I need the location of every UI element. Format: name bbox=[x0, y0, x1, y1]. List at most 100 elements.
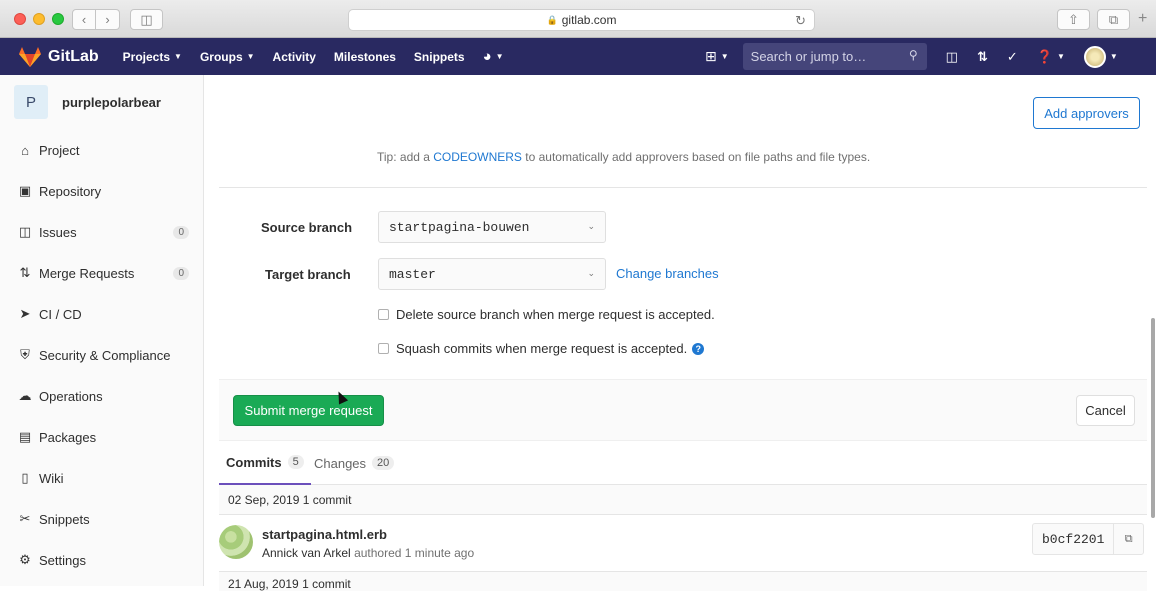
gear-icon: ⚙ bbox=[19, 552, 31, 567]
change-branches-link[interactable]: Change branches bbox=[616, 266, 719, 281]
new-tab-button[interactable]: + bbox=[1138, 10, 1147, 28]
sidebar-item-label: Repository bbox=[39, 183, 102, 199]
add-approvers-button[interactable]: Add approvers bbox=[1033, 97, 1140, 129]
nav-right-group: ⊞ ▼ Search or jump to… ⚲ ◫ ⇅ ✓ ❓ ▼ ▼ bbox=[705, 38, 1118, 75]
tab-changes[interactable]: Changes 20 bbox=[314, 441, 395, 485]
changes-count-badge: 20 bbox=[372, 456, 395, 470]
submit-merge-request-button[interactable]: Submit merge request bbox=[233, 395, 384, 426]
rocket-icon: ➤ bbox=[19, 306, 31, 321]
sidebar-item-issues[interactable]: ◫ Issues 0 bbox=[0, 214, 203, 250]
cancel-button[interactable]: Cancel bbox=[1076, 395, 1135, 426]
search-placeholder: Search or jump to… bbox=[750, 49, 867, 64]
commit-sha[interactable]: b0cf2201 bbox=[1033, 532, 1113, 547]
cloud-icon: ☁ bbox=[18, 388, 32, 403]
sidebar-item-wiki[interactable]: ▯ Wiki bbox=[0, 460, 203, 496]
tip-prefix: Tip: add a bbox=[377, 150, 430, 164]
sidebar-item-project[interactable]: ⌂ Project bbox=[0, 132, 203, 168]
target-branch-label: Target branch bbox=[265, 267, 351, 282]
home-icon: ⌂ bbox=[21, 142, 29, 158]
sidebar-item-packages[interactable]: ▤ Packages bbox=[0, 419, 203, 455]
todo-check-icon: ✓ bbox=[1006, 48, 1018, 64]
project-name: purplepolarbear bbox=[62, 94, 161, 110]
sidebar-item-repository[interactable]: ▣ Repository bbox=[0, 173, 203, 209]
commit-day-header: 21 Aug, 2019 1 commit bbox=[219, 571, 1147, 591]
tab-commits-label: Commits bbox=[226, 454, 282, 470]
tip-suffix: to automatically add approvers based on … bbox=[525, 150, 871, 164]
nav-activity-label: Activity bbox=[272, 49, 316, 64]
chevron-left-icon: ‹ bbox=[81, 12, 87, 27]
search-input[interactable]: Search or jump to… ⚲ bbox=[742, 43, 927, 70]
project-header[interactable]: P purplepolarbear bbox=[0, 75, 203, 129]
nav-milestones[interactable]: Milestones bbox=[334, 50, 396, 64]
tab-commits[interactable]: Commits 5 bbox=[219, 441, 311, 485]
scissors-icon: ✂ bbox=[19, 511, 31, 526]
show-tabs-button[interactable]: ⧉ bbox=[1097, 9, 1130, 30]
zoom-window-button[interactable] bbox=[52, 13, 64, 25]
nav-more-dropdown[interactable]: ◕ ▼ bbox=[483, 48, 504, 65]
back-button[interactable]: ‹ bbox=[72, 9, 96, 30]
new-item-dropdown[interactable]: ⊞ ▼ bbox=[705, 48, 729, 65]
minimize-window-button[interactable] bbox=[33, 13, 45, 25]
sidebar-item-settings[interactable]: ⚙ Settings bbox=[0, 542, 203, 578]
sidebar-item-label: Security & Compliance bbox=[39, 347, 171, 363]
sidebar-item-label: Wiki bbox=[39, 470, 64, 486]
commit-meta: Annick van Arkel authored 1 minute ago bbox=[262, 546, 474, 560]
sidebar-item-label: Settings bbox=[39, 552, 86, 568]
delete-source-checkbox[interactable] bbox=[378, 309, 389, 320]
issues-nav-button[interactable]: ◫ bbox=[946, 49, 958, 65]
sidebar-icon: ◫ bbox=[140, 11, 153, 27]
repository-icon: ▣ bbox=[18, 183, 32, 198]
merge-request-form: Add approvers Tip: add a CODEOWNERS to a… bbox=[204, 75, 1156, 591]
tanuki-icon bbox=[19, 46, 41, 67]
reload-icon[interactable]: ↻ bbox=[795, 13, 806, 29]
nav-groups[interactable]: Groups ▼ bbox=[200, 50, 255, 64]
nav-snippets[interactable]: Snippets bbox=[414, 50, 465, 64]
merge-requests-nav-button[interactable]: ⇅ bbox=[977, 49, 988, 65]
commit-row: startpagina.html.erb Annick van Arkel au… bbox=[219, 515, 1147, 571]
copy-icon[interactable]: ⧉ bbox=[1113, 524, 1143, 554]
squash-label: Squash commits when merge request is acc… bbox=[396, 341, 688, 356]
nav-projects[interactable]: Projects ▼ bbox=[123, 50, 182, 64]
sidebar-item-security[interactable]: ⛨ Security & Compliance bbox=[0, 337, 203, 373]
sidebar-item-merge-requests[interactable]: ⇅ Merge Requests 0 bbox=[0, 255, 203, 291]
issues-icon: ◫ bbox=[945, 48, 958, 64]
form-actions: Submit merge request Cancel bbox=[219, 379, 1147, 441]
sidebar-item-ci-cd[interactable]: ➤ CI / CD bbox=[0, 296, 203, 332]
url-text: gitlab.com bbox=[561, 13, 617, 27]
source-branch-select[interactable]: startpagina-bouwen ⌄ bbox=[378, 211, 606, 243]
chevron-down-icon: ▼ bbox=[1109, 52, 1118, 61]
search-icon: ⚲ bbox=[908, 48, 918, 62]
author-avatar[interactable] bbox=[219, 525, 253, 559]
sidebar-item-snippets[interactable]: ✂ Snippets bbox=[0, 501, 203, 537]
package-icon: ▤ bbox=[18, 429, 32, 444]
squash-commits-option[interactable]: Squash commits when merge request is acc… bbox=[378, 341, 705, 356]
share-button[interactable]: ⇧ bbox=[1057, 9, 1090, 30]
gitlab-logo[interactable]: GitLab bbox=[18, 46, 123, 68]
close-window-button[interactable] bbox=[14, 13, 26, 25]
target-branch-select[interactable]: master ⌄ bbox=[378, 258, 606, 290]
chevron-down-icon: ▼ bbox=[1056, 52, 1065, 61]
user-avatar bbox=[1083, 45, 1106, 68]
help-icon[interactable]: ? bbox=[692, 342, 705, 355]
sidebar-toggle-button[interactable]: ◫ bbox=[130, 9, 163, 30]
codeowners-link[interactable]: CODEOWNERS bbox=[433, 150, 522, 164]
commit-title[interactable]: startpagina.html.erb bbox=[262, 527, 387, 542]
commits-changes-tabs: Commits 5 Changes 20 bbox=[219, 441, 1147, 485]
commit-author[interactable]: Annick van Arkel bbox=[262, 546, 351, 560]
help-icon: ❓ bbox=[1036, 48, 1053, 64]
squash-checkbox[interactable] bbox=[378, 343, 389, 354]
nav-milestones-label: Milestones bbox=[333, 49, 396, 64]
nav-activity[interactable]: Activity bbox=[273, 50, 316, 64]
sidebar-item-label: Project bbox=[39, 142, 80, 158]
todos-nav-button[interactable]: ✓ bbox=[1007, 49, 1018, 65]
user-menu[interactable]: ▼ bbox=[1083, 45, 1118, 68]
sidebar-item-operations[interactable]: ☁ Operations bbox=[0, 378, 203, 414]
address-bar[interactable]: 🔒 gitlab.com ↻ bbox=[348, 9, 815, 31]
help-dropdown[interactable]: ❓ ▼ bbox=[1037, 49, 1065, 65]
delete-source-branch-option[interactable]: Delete source branch when merge request … bbox=[378, 307, 715, 322]
merge-requests-count-badge: 0 bbox=[173, 266, 189, 280]
forward-button[interactable]: › bbox=[96, 9, 120, 30]
share-icon: ⇧ bbox=[1068, 11, 1079, 27]
page-scrollbar[interactable] bbox=[1151, 318, 1155, 518]
window-controls bbox=[14, 13, 64, 25]
